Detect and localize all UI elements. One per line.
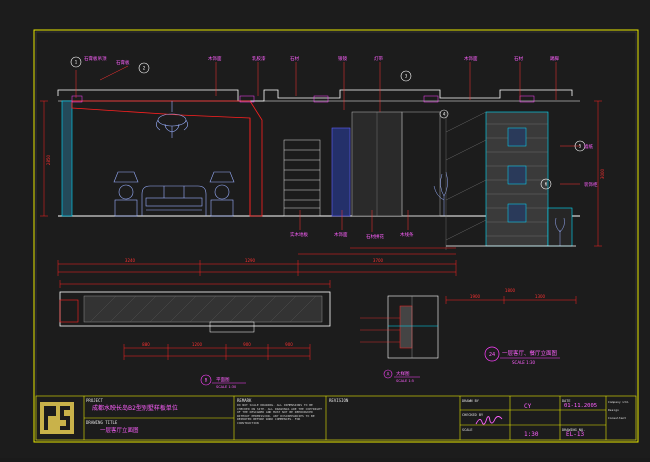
callout-3: 3 [405, 74, 408, 79]
staircase [283, 139, 321, 217]
note-top-1: 石膏板吊顶 [84, 55, 107, 62]
floor-plan [59, 280, 331, 360]
left-wall [61, 100, 73, 217]
plan-title: 平面图 [216, 377, 230, 383]
detail-core [399, 305, 413, 349]
tb-company-2: Design [608, 408, 619, 412]
elevation-marker-text: 24 [489, 352, 495, 358]
column-panel [401, 111, 441, 217]
cabinet-box-3 [507, 203, 527, 223]
logo [40, 402, 74, 434]
detail-title: 大样图 [396, 370, 410, 377]
feature-wall-panel [71, 100, 263, 217]
cad-drawing: 石膏板吊顶 石膏板 木饰面 乳胶漆 石材 银镜 灯带 木饰面 石材 踢脚 实木地… [33, 29, 639, 443]
detail-leaders [360, 317, 400, 343]
dim-main-3: 3700 [373, 258, 384, 263]
detail-marker-text: A [387, 372, 390, 377]
dim-sub-4: 900 [285, 342, 293, 347]
blue-glass-panel [331, 127, 351, 217]
dim-vert-1: 2850 [46, 154, 51, 165]
note-top-6: 银镜 [338, 55, 347, 62]
section-detail [360, 295, 439, 359]
drawing-sheet: 石膏板吊顶 石膏板 木饰面 乳胶漆 石材 银镜 灯带 木饰面 石材 踢脚 实木地… [0, 0, 650, 458]
tb-project-name: 成都水映长岛B2型别墅样板单位 [92, 405, 178, 412]
detail-outline [387, 295, 439, 359]
callout-1: 1 [75, 60, 78, 65]
callout-4: 4 [443, 112, 446, 117]
sofa [141, 185, 207, 216]
table-lamp-left [113, 171, 139, 217]
tb-designer: CY [524, 403, 532, 410]
plan-step [209, 321, 255, 333]
elevation-scale: SCALE 1:30 [512, 360, 536, 365]
tb-revision-label: REVISION [329, 398, 349, 403]
note-top-4: 乳胶漆 [252, 55, 266, 62]
elevation-title: 一层客厅、餐厅立面图 [502, 349, 558, 357]
tb-drawing-name: 一层客厅立面图 [100, 428, 139, 434]
tb-drawn-label: DRAWN BY [462, 399, 479, 403]
tb-company-1: Company Ltd. [608, 400, 630, 404]
note-top-9: 石材 [514, 55, 523, 62]
callout-5: 5 [579, 144, 582, 149]
note-top-10: 踢脚 [550, 55, 559, 62]
note-mid-3: 石材拼花 [366, 233, 384, 240]
tb-scale-label: SCALE [462, 428, 473, 432]
tb-date-value: 01-11.2005 [564, 403, 598, 409]
note-top-3: 木饰面 [208, 55, 222, 62]
note-mid-2: 木饰面 [334, 231, 348, 238]
dim-right-1: 1900 [470, 294, 481, 299]
cabinet-box-1 [507, 127, 527, 147]
dim-right-2: 1300 [535, 294, 546, 299]
dim-main-1: 3240 [125, 258, 136, 263]
note-top-7: 灯带 [374, 55, 383, 62]
tb-company-3: Consultant [608, 416, 627, 420]
plan-scale: SCALE 1:30 [216, 385, 236, 389]
note-top-8: 木饰面 [464, 55, 478, 62]
note-right-2: 装饰柜 [584, 181, 598, 188]
callout-6: 6 [545, 182, 548, 187]
drawing-titles: 24 一层客厅、餐厅立面图 SCALE 1:30 B 平面图 SCALE 1:3… [205, 349, 558, 389]
note-right-1: 墙纸 [584, 143, 593, 150]
callout-2: 2 [143, 66, 146, 71]
elevation-drawing [57, 89, 580, 250]
plan-wall-left [59, 299, 79, 323]
glass-partition [445, 111, 487, 250]
dim-sub-2: 1200 [192, 342, 203, 347]
cabinet-box-2 [507, 165, 527, 185]
note-top-2: 石膏板 [116, 59, 130, 66]
dim-main-2: 1290 [245, 258, 256, 263]
plan-marker-text: B [205, 378, 208, 383]
dim-right-3: 1800 [505, 288, 516, 293]
note-top-5: 石材 [290, 55, 299, 62]
tb-remark-text: DO NOT SCALE DRAWING. ALL DIMENSIONS TO … [237, 403, 322, 425]
tb-drawing-label: DRAWING TITLE [86, 420, 118, 425]
chandelier [156, 101, 188, 138]
tb-scale-value: 1:30 [524, 431, 539, 438]
tb-drawing-no: EL-13 [566, 431, 585, 438]
table-lamp-right [209, 171, 235, 217]
ceiling-outline [57, 89, 573, 102]
dim-sub-3: 900 [243, 342, 251, 347]
note-mid-4: 木线条 [400, 231, 414, 238]
tb-project-label: PROJECT [86, 398, 103, 403]
detail-scale: SCALE 1:5 [396, 379, 414, 383]
note-mid-1: 实木地板 [290, 231, 308, 238]
dim-vert-2: 3000 [600, 168, 605, 179]
signature [474, 412, 504, 425]
floor-plant [433, 171, 448, 216]
dim-sub-1: 880 [142, 342, 150, 347]
